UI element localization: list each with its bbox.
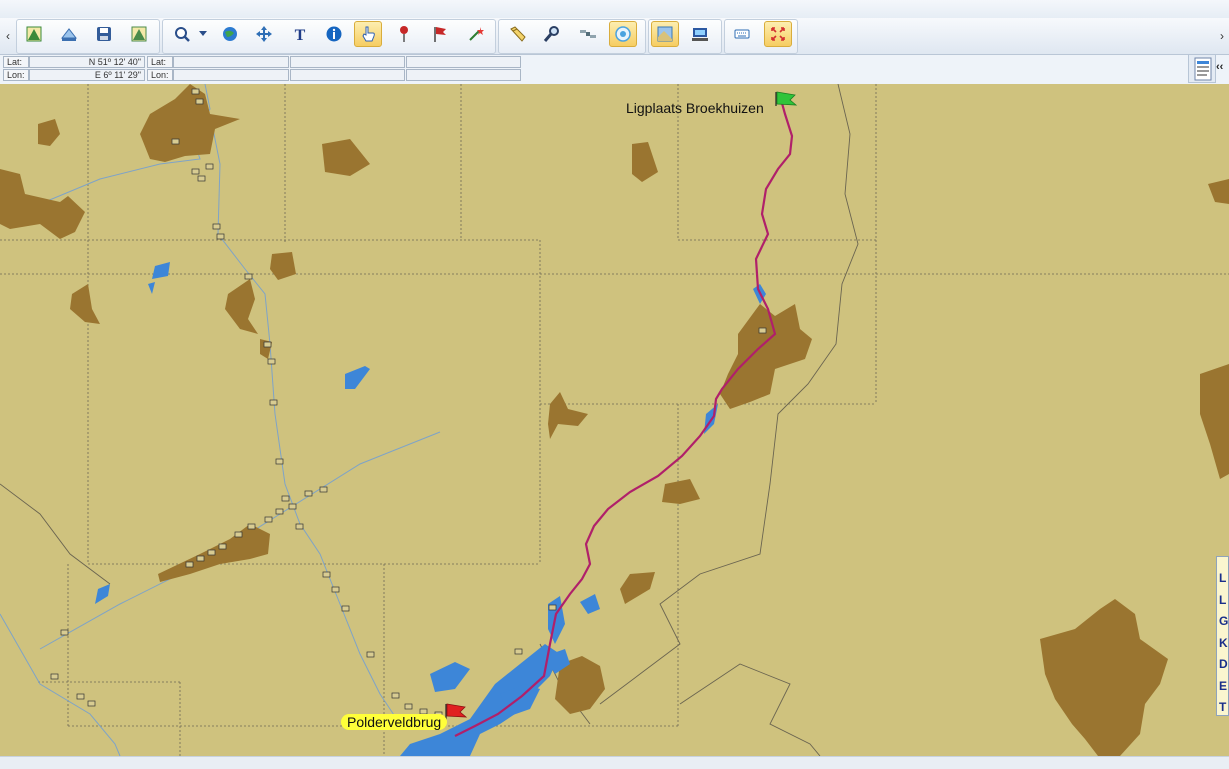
info-icon [326,26,342,42]
lon-label: Lon: [3,69,29,81]
keyboard-icon [734,29,750,39]
save-icon [97,27,111,41]
flag-button[interactable] [426,21,454,47]
zoom-dropdown-button[interactable] [197,21,209,47]
sparkle-route-button[interactable] [462,21,490,47]
legend-thumbnail-icon [1194,57,1212,81]
compass-icon [615,26,631,42]
zoom-icon [175,27,190,42]
coordinate-panel: Lat: N 51º 12' 40" Lon: E 6º 11' 29" Lat… [0,55,530,84]
pushpin-icon [400,26,408,42]
info-field-1 [290,56,405,68]
keyboard-button[interactable] [728,21,756,47]
search-magnifier-icon [543,26,559,42]
info-field-2 [290,69,405,81]
info-field-4 [406,69,521,81]
sparkle-route-icon [469,27,484,41]
chart-properties-button[interactable] [125,21,153,47]
ship-display-icon [692,28,708,41]
globe-button[interactable] [216,21,244,47]
lon-value: E 6º 11' 29" [29,69,145,81]
toolbar-scroll-right-button[interactable]: › [1215,26,1229,46]
search-magnifier-button[interactable] [538,21,566,47]
chart-properties-icon [131,26,147,42]
map-view-icon [657,26,673,42]
save-button[interactable] [90,21,118,47]
chart-catalog-icon [60,28,78,41]
lat2-value [173,56,289,68]
pushpin-button[interactable] [390,21,418,47]
lon2-value [173,69,289,81]
legend-item[interactable]: E [1219,679,1227,693]
legend-item[interactable]: D [1219,657,1228,671]
fullscreen-icon [771,27,785,41]
lat2-label: Lat: [147,56,173,68]
satellite-button[interactable] [574,21,602,47]
chart-map-area[interactable]: Ligplaats Broekhuizen Polderveldbrug [0,84,1229,756]
open-chart-icon [26,26,42,42]
status-bar [0,756,1229,769]
text-icon: T [295,27,306,43]
legend-item[interactable]: G [1219,614,1228,628]
zoom-button[interactable] [168,21,196,47]
flag-icon [434,27,446,42]
lat-value: N 51º 12' 40" [29,56,145,68]
end-point-label[interactable]: Polderveldbrug [341,714,448,730]
pan-icon [256,26,272,42]
collapse-panel-button[interactable]: ‹‹ [1216,61,1223,73]
measure-tool-icon [510,26,526,42]
pan-button[interactable] [250,21,278,47]
legend-item[interactable]: L [1219,593,1226,607]
map-canvas[interactable] [0,84,1229,756]
legend-panel: LLGKDET [1216,556,1229,716]
chart-catalog-button[interactable] [55,21,83,47]
open-chart-button[interactable] [20,21,48,47]
globe-icon [223,27,237,41]
fullscreen-button[interactable] [764,21,792,47]
pointer-hand-icon [362,26,375,42]
satellite-icon [580,30,596,38]
legend-item[interactable]: T [1219,700,1226,714]
svg-text:T: T [295,27,306,43]
chevron-down-icon [199,31,207,36]
main-toolbar: ‹ › T [0,18,1229,55]
legend-item[interactable]: K [1219,636,1228,650]
text-button[interactable]: T [286,21,314,47]
lon2-label: Lon: [147,69,173,81]
chart-legend-thumbnail[interactable] [1188,54,1216,83]
info-field-3 [406,56,521,68]
pointer-hand-button[interactable] [354,21,382,47]
toolbar-scroll-left-button[interactable]: ‹ [1,26,15,46]
start-point-label[interactable]: Ligplaats Broekhuizen [626,100,764,116]
measure-tool-button[interactable] [504,21,532,47]
compass-button[interactable] [609,21,637,47]
legend-item[interactable]: L [1219,571,1226,585]
title-strip [0,0,1229,18]
info-button[interactable] [320,21,348,47]
ship-display-button[interactable] [686,21,714,47]
lat-label: Lat: [3,56,29,68]
map-view-button[interactable] [651,21,679,47]
